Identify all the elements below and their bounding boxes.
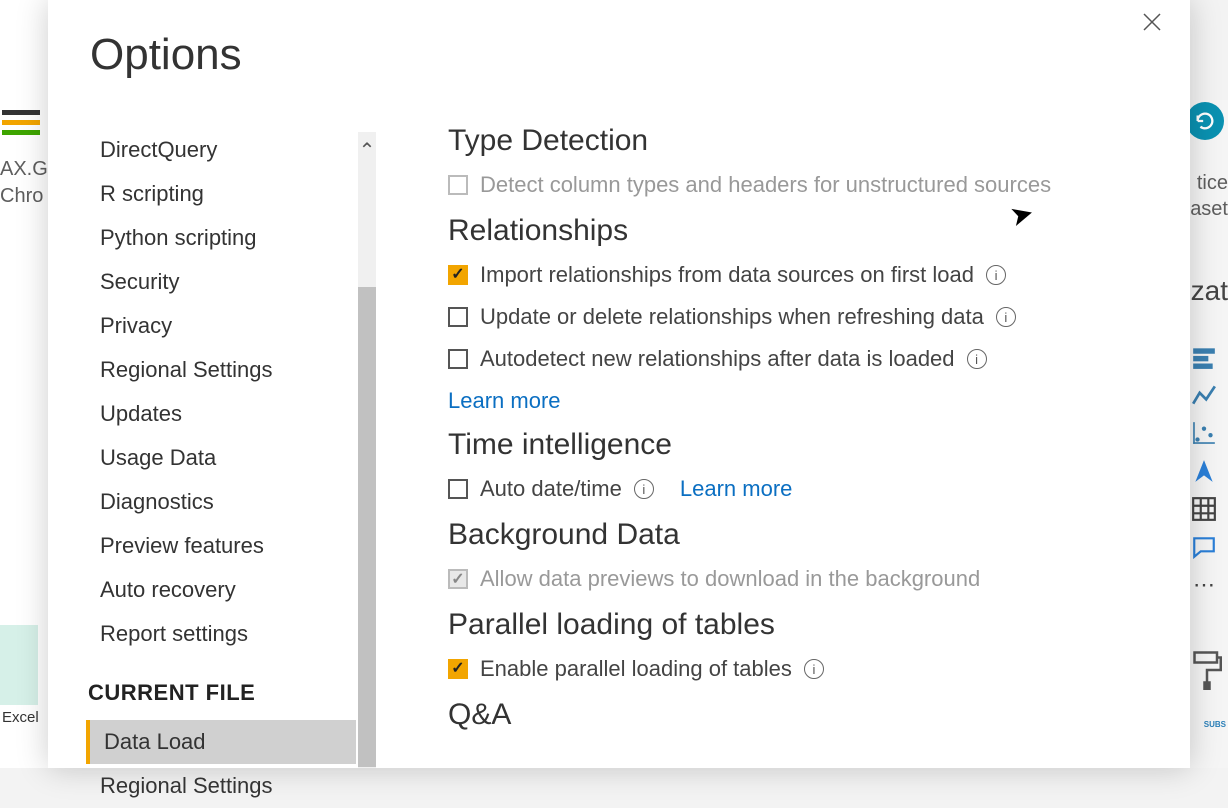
- info-icon[interactable]: i: [634, 479, 654, 499]
- stacked-bar-icon: [1188, 341, 1220, 373]
- sidebar-item-auto-recovery[interactable]: Auto recovery: [86, 568, 356, 612]
- content-pane: Type Detection Detect column types and h…: [448, 118, 1188, 768]
- sidebar: DirectQuery R scripting Python scripting…: [86, 128, 376, 768]
- dialog-title: Options: [90, 30, 242, 80]
- close-button[interactable]: [1140, 10, 1170, 40]
- option-update-delete-relationships[interactable]: Update or delete relationships when refr…: [448, 304, 1188, 330]
- info-icon[interactable]: i: [967, 349, 987, 369]
- bg-text: Excel: [2, 709, 39, 726]
- bg-text: tice: [1197, 172, 1228, 195]
- matrix-icon: [1188, 493, 1220, 525]
- scrollbar-thumb[interactable]: [358, 287, 376, 767]
- viz-icons: ⋯: [1188, 335, 1224, 607]
- option-detect-column-types: Detect column types and headers for unst…: [448, 172, 1188, 198]
- scatter-icon: [1188, 417, 1220, 449]
- section-qa: Q&A: [448, 698, 1188, 732]
- sidebar-item-r-scripting[interactable]: R scripting: [86, 172, 356, 216]
- option-label: Detect column types and headers for unst…: [480, 172, 1051, 198]
- info-icon[interactable]: i: [996, 307, 1016, 327]
- section-time-intelligence: Time intelligence: [448, 428, 1188, 462]
- option-import-relationships[interactable]: Import relationships from data sources o…: [448, 262, 1188, 288]
- learn-more-link[interactable]: Learn more: [448, 388, 1188, 414]
- sidebar-item-data-load[interactable]: Data Load: [86, 720, 356, 764]
- checkbox-icon[interactable]: [448, 265, 468, 285]
- chevron-up-icon[interactable]: ⌃: [358, 138, 376, 163]
- refresh-icon: [1186, 102, 1224, 140]
- option-label: Auto date/time: [480, 476, 622, 502]
- bg-left-icon: [2, 105, 40, 140]
- checkbox-icon[interactable]: [448, 659, 468, 679]
- bg-text: Chro: [0, 185, 43, 208]
- sidebar-scrollbar[interactable]: ⌃: [358, 132, 376, 768]
- info-icon[interactable]: i: [986, 265, 1006, 285]
- section-background-data: Background Data: [448, 518, 1188, 552]
- sidebar-item-privacy[interactable]: Privacy: [86, 304, 356, 348]
- option-enable-parallel-loading[interactable]: Enable parallel loading of tables i: [448, 656, 1188, 682]
- learn-more-link[interactable]: Learn more: [680, 476, 793, 502]
- sidebar-section-header: CURRENT FILE: [86, 656, 356, 720]
- section-relationships: Relationships: [448, 214, 1188, 248]
- sidebar-item-diagnostics[interactable]: Diagnostics: [86, 480, 356, 524]
- checkbox-icon[interactable]: [448, 349, 468, 369]
- sidebar-item-python-scripting[interactable]: Python scripting: [86, 216, 356, 260]
- paint-roller-icon: [1192, 650, 1222, 695]
- checkbox-icon[interactable]: [448, 307, 468, 327]
- info-icon[interactable]: i: [804, 659, 824, 679]
- section-parallel-loading: Parallel loading of tables: [448, 608, 1188, 642]
- sidebar-item-preview-features[interactable]: Preview features: [86, 524, 356, 568]
- more-icon: ⋯: [1188, 569, 1220, 601]
- option-autodetect-relationships[interactable]: Autodetect new relationships after data …: [448, 346, 1188, 372]
- checkbox-icon: [448, 569, 468, 589]
- section-type-detection: Type Detection: [448, 124, 1188, 158]
- line-chart-icon: [1188, 379, 1220, 411]
- sidebar-item-security[interactable]: Security: [86, 260, 356, 304]
- sidebar-item-usage-data[interactable]: Usage Data: [86, 436, 356, 480]
- bg-text: aset: [1190, 198, 1228, 221]
- bg-highlight: [0, 625, 38, 705]
- sidebar-item-regional-settings[interactable]: Regional Settings: [86, 348, 356, 392]
- bg-text: zat: [1191, 275, 1228, 307]
- checkbox-icon: [448, 175, 468, 195]
- option-label: Autodetect new relationships after data …: [480, 346, 955, 372]
- bg-text: SUBS: [1204, 720, 1226, 729]
- comment-icon: [1188, 531, 1220, 563]
- sidebar-item-updates[interactable]: Updates: [86, 392, 356, 436]
- sidebar-item-report-settings[interactable]: Report settings: [86, 612, 356, 656]
- option-allow-background-previews: Allow data previews to download in the b…: [448, 566, 1188, 592]
- option-label: Enable parallel loading of tables: [480, 656, 792, 682]
- option-label: Allow data previews to download in the b…: [480, 566, 980, 592]
- checkbox-icon[interactable]: [448, 479, 468, 499]
- option-auto-date-time[interactable]: Auto date/time i Learn more: [448, 476, 1188, 502]
- option-label: Import relationships from data sources o…: [480, 262, 974, 288]
- sidebar-item-directquery[interactable]: DirectQuery: [86, 128, 356, 172]
- options-dialog: Options DirectQuery R scripting Python s…: [48, 0, 1190, 768]
- option-label: Update or delete relationships when refr…: [480, 304, 984, 330]
- sidebar-list: DirectQuery R scripting Python scripting…: [86, 128, 356, 808]
- sidebar-item-regional-settings-file[interactable]: Regional Settings: [86, 764, 356, 808]
- bg-text: AX.G: [0, 158, 48, 181]
- arrow-icon: [1188, 455, 1220, 487]
